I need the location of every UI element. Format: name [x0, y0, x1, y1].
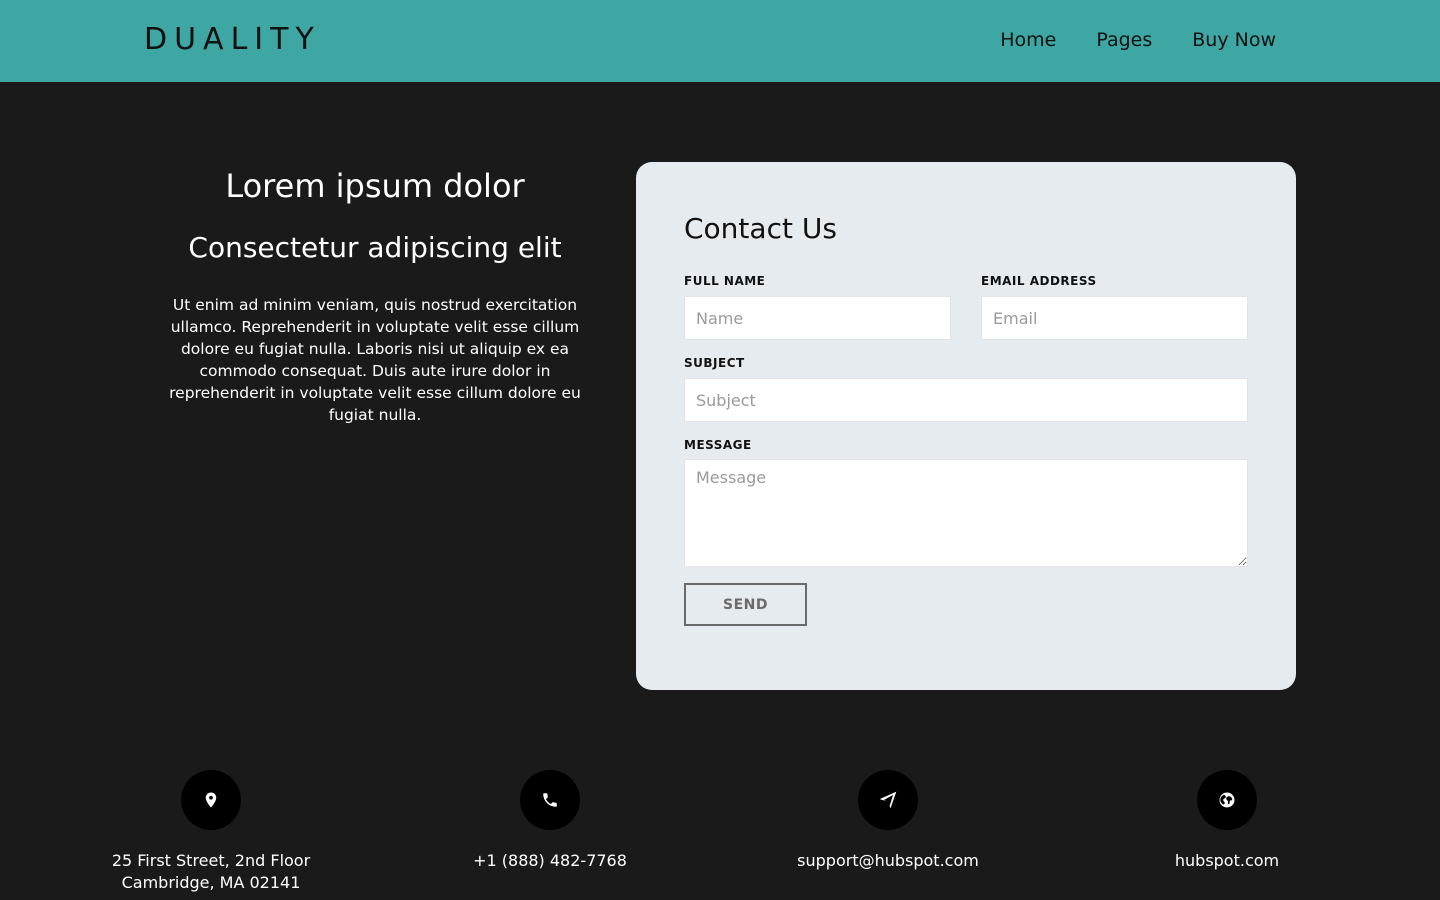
brand-logo[interactable]: DUALITY	[144, 22, 321, 57]
subject-label: SUBJECT	[684, 356, 745, 370]
map-pin-icon	[181, 770, 241, 830]
phone-number[interactable]: +1 (888) 482-7768	[420, 850, 680, 872]
nav-link-pages[interactable]: Pages	[1096, 29, 1152, 51]
contact-form-title: Contact Us	[684, 212, 837, 245]
send-button[interactable]: SEND	[684, 583, 807, 626]
contact-form-card: Contact Us FULL NAME EMAIL ADDRESS SUBJE…	[636, 162, 1296, 690]
top-navbar: DUALITY Home Pages Buy Now	[0, 0, 1440, 82]
nav-link-home[interactable]: Home	[1000, 29, 1056, 51]
message-label: MESSAGE	[684, 438, 752, 452]
phone-info: +1 (888) 482-7768	[420, 770, 680, 872]
website-link[interactable]: hubspot.com	[1097, 850, 1357, 872]
email-input[interactable]	[981, 296, 1248, 340]
full-name-input[interactable]	[684, 296, 951, 340]
email-info: support@hubspot.com	[758, 770, 1018, 872]
intro-section: Lorem ipsum dolor Consectetur adipiscing…	[150, 162, 600, 426]
intro-subtitle: Consectetur adipiscing elit	[188, 231, 562, 264]
full-name-label: FULL NAME	[684, 274, 766, 288]
address-line-2: Cambridge, MA 02141	[121, 873, 301, 892]
message-textarea[interactable]	[684, 459, 1248, 567]
paper-plane-icon	[858, 770, 918, 830]
address-text: 25 First Street, 2nd Floor Cambridge, MA…	[81, 850, 341, 894]
address-info: 25 First Street, 2nd Floor Cambridge, MA…	[81, 770, 341, 894]
intro-body: Ut enim ad minim veniam, quis nostrud ex…	[169, 296, 581, 424]
website-info: hubspot.com	[1097, 770, 1357, 872]
intro-title: Lorem ipsum dolor	[225, 167, 525, 205]
email-label: EMAIL ADDRESS	[981, 274, 1097, 288]
nav-link-buy-now[interactable]: Buy Now	[1192, 29, 1276, 51]
subject-input[interactable]	[684, 378, 1248, 422]
address-line-1: 25 First Street, 2nd Floor	[111, 851, 311, 870]
phone-icon	[520, 770, 580, 830]
main-nav: Home Pages Buy Now	[1000, 29, 1276, 51]
support-email[interactable]: support@hubspot.com	[758, 850, 1018, 872]
globe-icon	[1197, 770, 1257, 830]
